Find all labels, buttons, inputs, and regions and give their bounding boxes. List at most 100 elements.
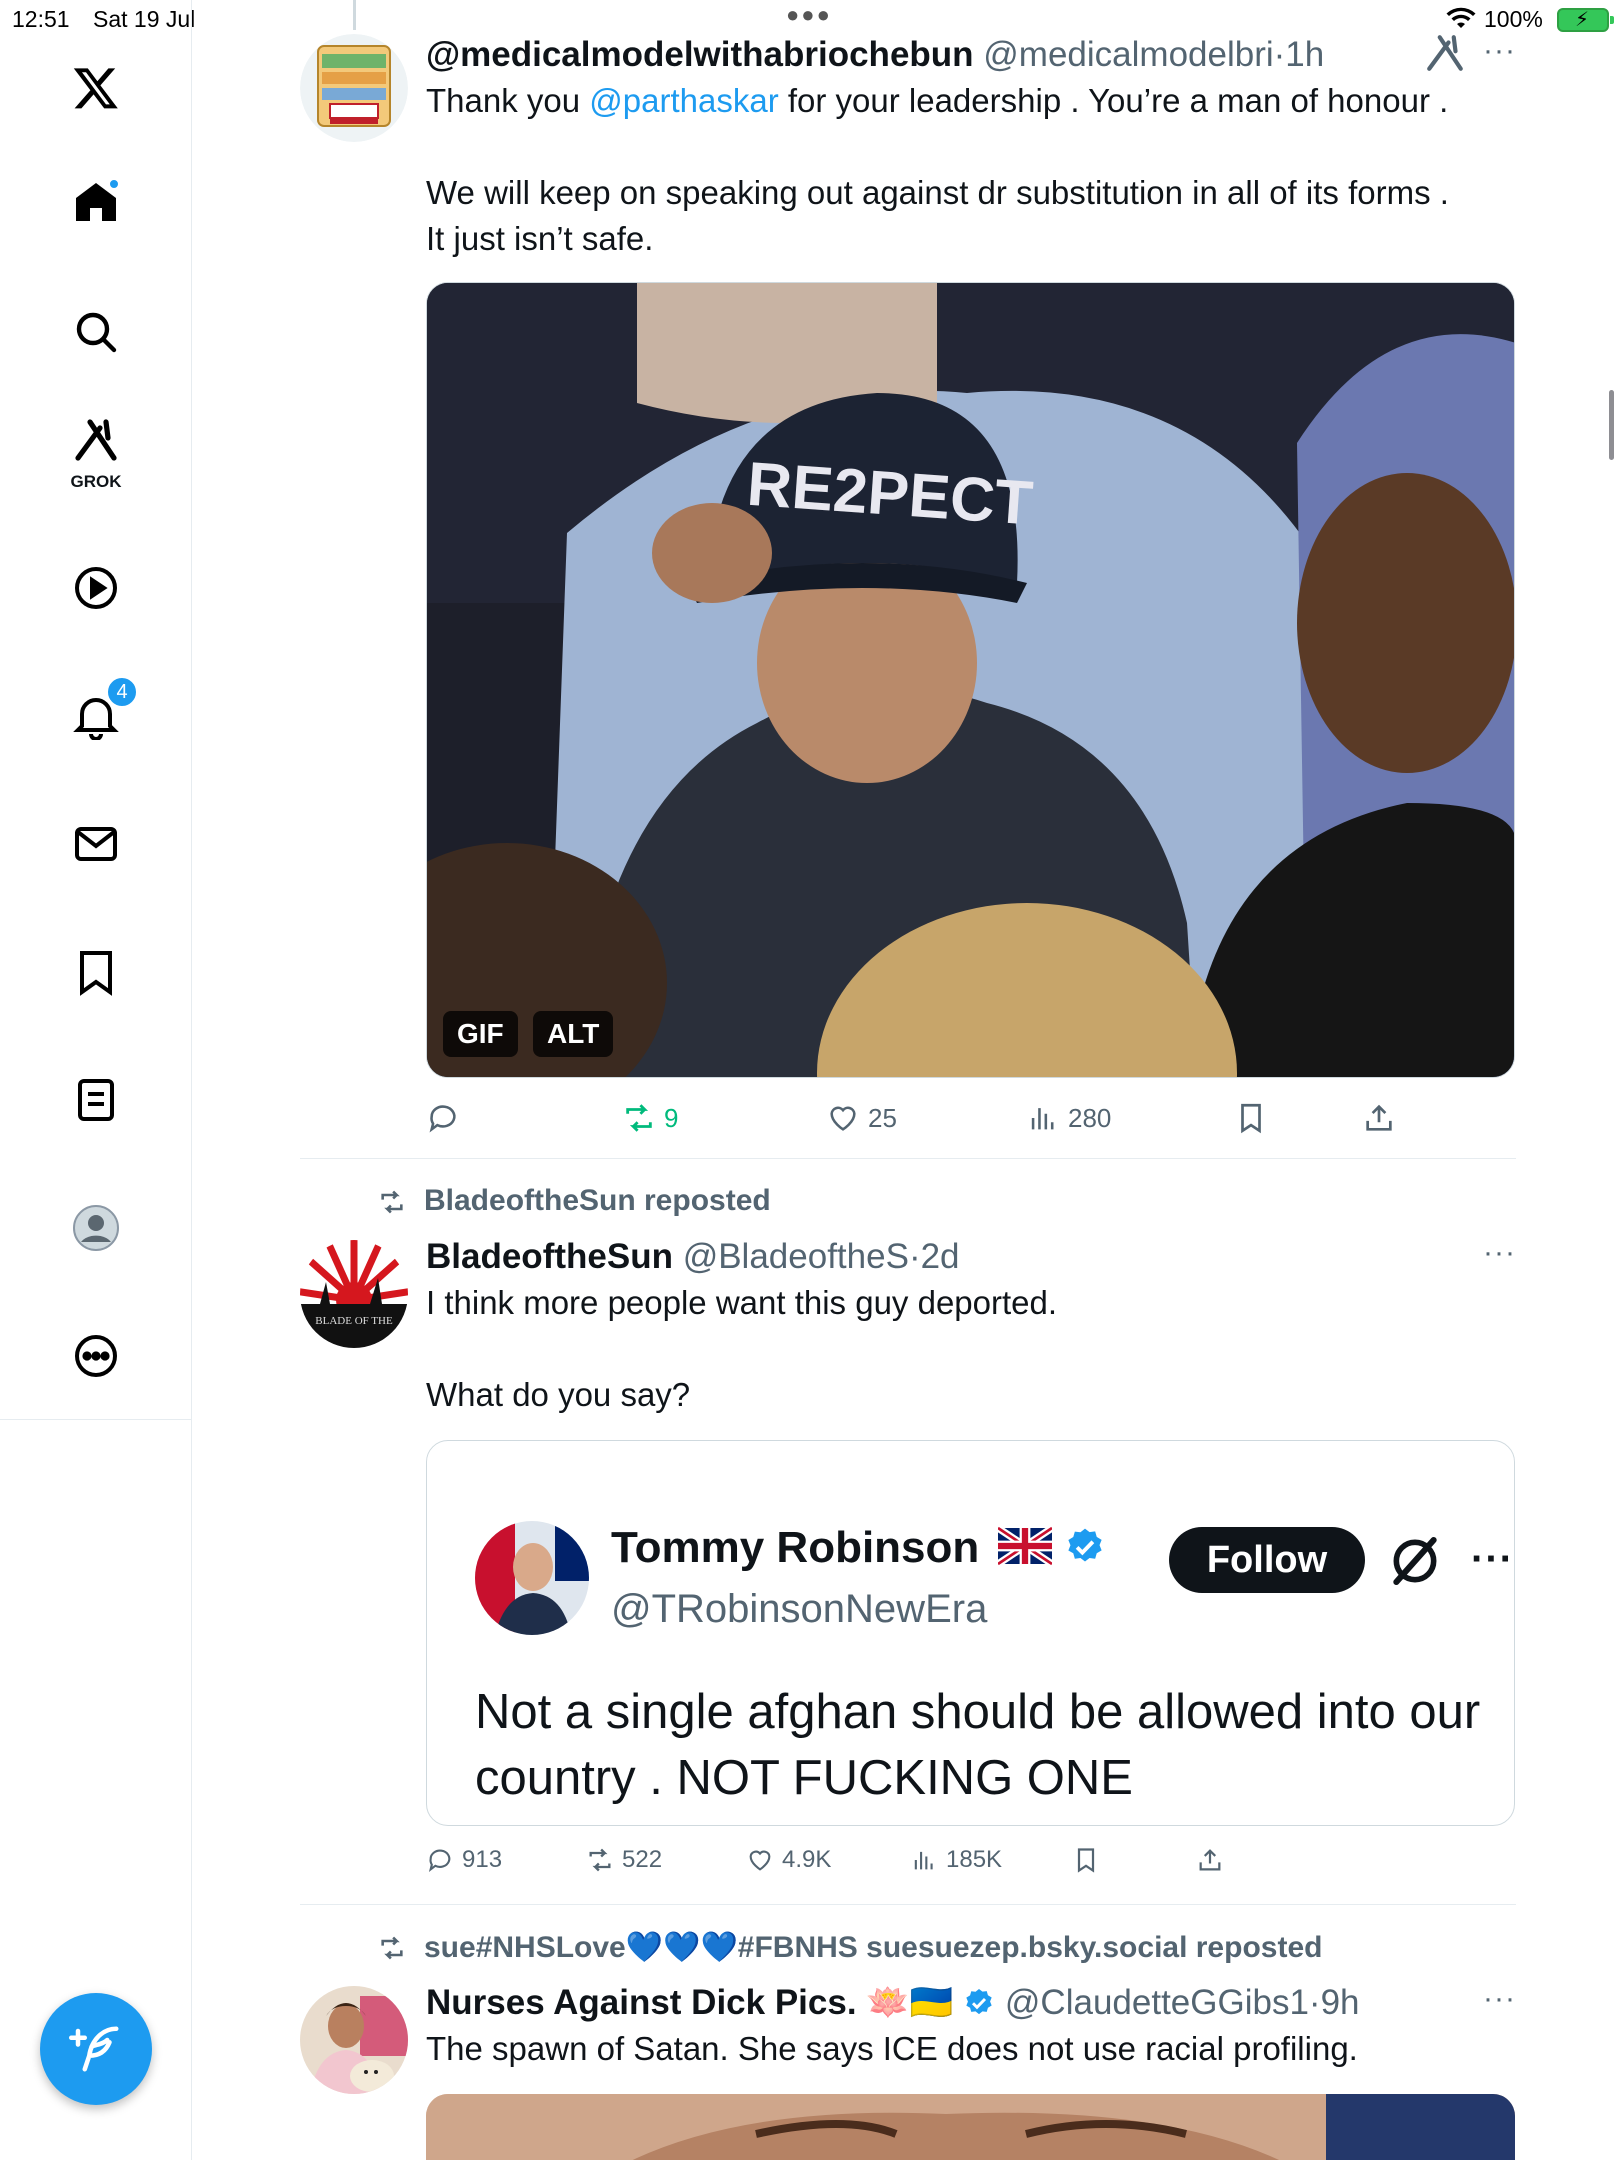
quoted-follow-button: Follow bbox=[1169, 1527, 1365, 1593]
like-button[interactable]: 4.9K bbox=[746, 1838, 831, 1882]
separator-dot: · bbox=[1308, 1983, 1321, 2022]
reply-button[interactable]: 913 bbox=[426, 1838, 502, 1882]
view-count: 185K bbox=[946, 1846, 1003, 1873]
tweet-content: @medicalmodelwithabriochebun @medicalmod… bbox=[426, 34, 1516, 262]
repost-context-text: BladeoftheSun reposted bbox=[424, 1184, 771, 1217]
reply-count: 913 bbox=[462, 1846, 503, 1873]
embedded-screenshot[interactable]: Tommy Robinson @TRobinsonNewEra Follow ·… bbox=[426, 1440, 1515, 1826]
share-button[interactable] bbox=[1196, 1838, 1224, 1882]
separator-dot: · bbox=[908, 1237, 921, 1276]
author-name[interactable]: Nurses Against Dick Pics. 🪷🇺🇦 bbox=[426, 1983, 953, 2022]
tweet-divider bbox=[300, 1904, 1516, 1905]
reply-button[interactable] bbox=[426, 1096, 468, 1140]
repost-button[interactable]: 522 bbox=[586, 1838, 662, 1882]
tweet[interactable]: sue#NHSLove💙💙💙#FBNHS suesuezep.bsky.soci… bbox=[300, 1930, 1516, 2160]
tweet-actions: 9 25 280 bbox=[426, 1096, 1426, 1140]
x-logo-icon[interactable] bbox=[60, 52, 132, 124]
repost-context-icon bbox=[381, 1936, 403, 1960]
lists-icon[interactable] bbox=[60, 1064, 132, 1136]
tweet-time[interactable]: 2d bbox=[921, 1237, 960, 1276]
nav-border bbox=[191, 1420, 192, 2160]
quoted-text: Not a single afghan should be allowed in… bbox=[475, 1685, 1481, 1805]
more-menu-button[interactable]: ··· bbox=[1483, 1236, 1516, 1270]
scrollbar[interactable] bbox=[1609, 390, 1614, 460]
like-button[interactable]: 25 bbox=[826, 1096, 897, 1140]
bookmark-icon bbox=[1077, 1848, 1095, 1873]
tweet[interactable]: BladeoftheSun reposted BLADE OF THE Blad… bbox=[300, 1184, 1516, 1884]
grok-icon bbox=[75, 419, 117, 461]
repost-button[interactable]: 9 bbox=[622, 1096, 678, 1140]
compose-post-button[interactable] bbox=[40, 1993, 152, 2105]
verified-badge-icon bbox=[1068, 1528, 1102, 1562]
author-name[interactable]: @medicalmodelwithabriochebun bbox=[426, 35, 974, 74]
left-navigation: GROK 4 bbox=[0, 0, 192, 1420]
tweet[interactable]: @medicalmodelwithabriochebun @medicalmod… bbox=[300, 34, 1516, 1154]
profile-avatar-icon[interactable] bbox=[60, 1192, 132, 1264]
verified-badge-icon bbox=[966, 1989, 992, 2015]
alt-badge[interactable]: ALT bbox=[533, 1011, 614, 1057]
heart-icon bbox=[830, 1106, 856, 1131]
view-count: 280 bbox=[1068, 1102, 1112, 1133]
battery-percentage: 100% bbox=[1484, 6, 1543, 32]
thread-connector bbox=[353, 0, 356, 30]
repost-icon bbox=[589, 1848, 611, 1872]
bookmark-button[interactable] bbox=[1234, 1096, 1268, 1140]
tweet-text-part: Thank you bbox=[426, 82, 590, 119]
author-handle[interactable]: @medicalmodelbri bbox=[983, 35, 1273, 74]
tweet-time[interactable]: 1h bbox=[1285, 35, 1324, 74]
views-button[interactable]: 280 bbox=[1026, 1096, 1111, 1140]
repost-context-text: sue#NHSLove💙💙💙#FBNHS suesuezep.bsky.soci… bbox=[424, 1931, 1323, 1964]
notifications-icon[interactable]: 4 bbox=[60, 676, 138, 752]
share-button[interactable] bbox=[1362, 1096, 1396, 1140]
author-handle[interactable]: @ClaudetteGGibs1 bbox=[1005, 1983, 1309, 2022]
avatar[interactable] bbox=[300, 34, 408, 142]
views-button[interactable]: 185K bbox=[910, 1838, 1002, 1882]
avatar[interactable] bbox=[300, 1986, 408, 2094]
tweet-time[interactable]: 9h bbox=[1321, 1983, 1360, 2022]
messages-icon[interactable] bbox=[60, 808, 132, 880]
quoted-author-name: Tommy Robinson bbox=[611, 1523, 1106, 1573]
bookmark-button[interactable] bbox=[1072, 1838, 1100, 1882]
video-icon[interactable] bbox=[60, 552, 132, 624]
quoted-author-handle: @TRobinsonNewEra bbox=[611, 1587, 988, 1631]
reply-icon bbox=[429, 1105, 456, 1133]
like-count: 25 bbox=[868, 1102, 897, 1133]
author-name[interactable]: BladeoftheSun bbox=[426, 1237, 673, 1276]
mention-link[interactable]: @parthaskar bbox=[589, 82, 778, 119]
media-preview-image bbox=[426, 2094, 1515, 2160]
tweet-divider bbox=[300, 1158, 1516, 1159]
tweet-header: BladeoftheSun @BladeoftheS·2d bbox=[426, 1236, 1516, 1278]
search-icon[interactable] bbox=[60, 296, 132, 368]
avatar[interactable]: BLADE OF THE bbox=[300, 1240, 408, 1348]
bookmarks-icon[interactable] bbox=[60, 936, 132, 1008]
uk-flag-icon bbox=[995, 1525, 1054, 1567]
multitasking-dots[interactable]: ●●● bbox=[786, 2, 832, 28]
share-icon bbox=[1199, 1849, 1221, 1871]
avatar-lettering: BLADE OF THE bbox=[315, 1315, 393, 1327]
tweet-media-gif[interactable]: RE2PECT GIF ALT bbox=[426, 282, 1515, 1078]
tweet-text: Thank you @parthaskar for your leadershi… bbox=[426, 78, 1516, 262]
share-icon bbox=[1366, 1104, 1392, 1131]
home-icon[interactable] bbox=[60, 166, 132, 238]
quoted-author-name-text: Tommy Robinson bbox=[611, 1523, 980, 1572]
wifi-icon bbox=[1446, 7, 1476, 28]
repost-count: 9 bbox=[664, 1102, 679, 1133]
reply-icon bbox=[428, 1849, 451, 1872]
battery-icon: ⚡ bbox=[1557, 8, 1614, 32]
more-menu-button[interactable]: ··· bbox=[1483, 1982, 1516, 2016]
more-menu-button[interactable]: ··· bbox=[1483, 34, 1516, 68]
compose-feather-icon bbox=[69, 2026, 119, 2072]
bookmark-icon bbox=[1241, 1103, 1261, 1134]
like-count: 4.9K bbox=[782, 1846, 832, 1873]
separator-dot: · bbox=[1273, 35, 1286, 74]
tweet-content: Nurses Against Dick Pics. 🪷🇺🇦 @Claudette… bbox=[426, 1982, 1516, 2072]
author-handle[interactable]: @BladeoftheS bbox=[683, 1237, 909, 1276]
grok-nav-item[interactable]: GROK bbox=[60, 414, 132, 491]
gif-image: RE2PECT bbox=[427, 283, 1514, 1077]
home-notification-dot bbox=[108, 178, 120, 190]
views-icon bbox=[1031, 1108, 1054, 1130]
views-icon bbox=[914, 1851, 933, 1870]
tweet-media-preview[interactable] bbox=[426, 2094, 1515, 2160]
tweet-content: BladeoftheSun @BladeoftheS·2d ··· I thin… bbox=[426, 1236, 1516, 1418]
more-options-icon[interactable] bbox=[60, 1320, 132, 1392]
